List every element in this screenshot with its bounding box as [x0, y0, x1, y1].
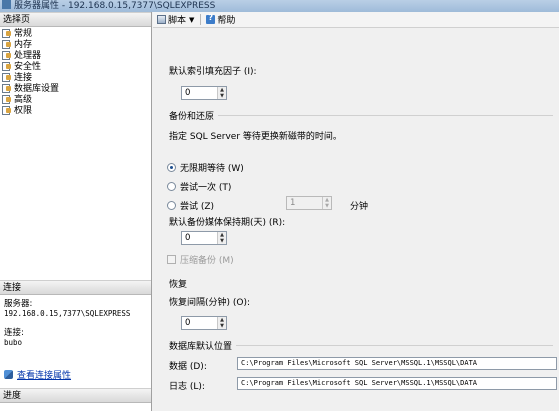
window-title-bar: 服务器属性 - 192.168.0.15,7377\SQLEXPRESS: [0, 0, 559, 12]
view-connection-properties-link[interactable]: 查看连接属性: [4, 368, 71, 381]
page-item-processors[interactable]: 处理器: [2, 50, 151, 61]
page-item-memory[interactable]: 内存: [2, 39, 151, 50]
server-label: 服务器:: [4, 299, 33, 309]
progress-header: 进度: [0, 388, 151, 403]
recovery-group-label: 恢复: [169, 280, 188, 290]
minutes-unit: 分钟: [350, 202, 369, 212]
page-icon: [2, 94, 11, 104]
try-minutes-spinner[interactable]: 1 ▲ ▼: [286, 196, 332, 210]
script-icon: [157, 15, 166, 24]
window-title: 服务器属性 - 192.168.0.15,7377\SQLEXPRESS: [14, 1, 216, 11]
radio-try-minutes-label: 尝试 (Z): [180, 202, 215, 212]
tape-wait-hint: 指定 SQL Server 等待更换新磁带的时间。: [169, 132, 342, 142]
backup-restore-group-label: 备份和还原: [169, 112, 215, 122]
script-button[interactable]: 脚本 ▼: [157, 13, 194, 26]
page-item-general[interactable]: 常规: [2, 28, 151, 39]
page-item-label: 常规: [14, 29, 33, 39]
retention-label: 默认备份媒体保持期(天) (R):: [169, 218, 286, 228]
connection-info: 服务器: 192.168.0.15,7377\SQLEXPRESS 连接: bu…: [4, 299, 150, 348]
fill-factor-spinner[interactable]: 0 ▲ ▼: [181, 86, 227, 100]
retention-spinner[interactable]: 0 ▲ ▼: [181, 231, 227, 245]
recovery-interval-label: 恢复间隔(分钟) (O):: [169, 298, 251, 308]
radio-icon[interactable]: [167, 201, 176, 210]
page-item-label: 内存: [14, 40, 33, 50]
connection-label: 连接:: [4, 328, 24, 338]
page-icon: [2, 39, 11, 49]
try-minutes-value: 1: [290, 198, 296, 208]
retention-value: 0: [185, 233, 191, 243]
spinner-arrows[interactable]: ▲ ▼: [217, 87, 226, 99]
toolbar-separator: [200, 14, 202, 25]
page-icon: [2, 83, 11, 93]
chevron-down-icon[interactable]: ▼: [189, 16, 194, 24]
page-item-connections[interactable]: 连接: [2, 72, 151, 83]
log-location-label: 日志 (L):: [169, 382, 205, 392]
spin-down-icon[interactable]: ▼: [323, 203, 331, 209]
page-item-security[interactable]: 安全性: [2, 61, 151, 72]
radio-try-once[interactable]: 尝试一次 (T): [167, 180, 231, 193]
data-location-label: 数据 (D):: [169, 362, 207, 372]
spin-down-icon[interactable]: ▼: [218, 238, 226, 244]
page-item-label: 数据库设置: [14, 84, 60, 94]
page-item-label: 处理器: [14, 51, 42, 61]
select-page-header: 选择页: [0, 12, 151, 27]
page-item-label: 连接: [14, 73, 33, 83]
spinner-arrows[interactable]: ▲ ▼: [217, 317, 226, 329]
compress-backup-label: 压缩备份 (M): [180, 256, 234, 266]
page-item-permissions[interactable]: 权限: [2, 105, 151, 116]
help-button[interactable]: 帮助: [206, 13, 235, 26]
radio-icon[interactable]: [167, 182, 176, 191]
compress-backup-checkbox[interactable]: 压缩备份 (M): [167, 253, 234, 266]
app-icon: [2, 0, 11, 9]
page-item-database-settings[interactable]: 数据库设置: [2, 83, 151, 94]
left-pane: 选择页 常规 内存 处理器 安全性 连接 数据库设置 高级 权限 连接 服务器:…: [0, 12, 152, 411]
page-icon: [2, 61, 11, 71]
connection-header: 连接: [0, 280, 151, 295]
db-default-locations-group: 数据库默认位置: [169, 339, 553, 352]
page-icon: [2, 50, 11, 60]
server-value: 192.168.0.15,7377\SQLEXPRESS: [4, 309, 131, 318]
help-icon: [206, 13, 216, 24]
checkbox-icon[interactable]: [167, 255, 176, 264]
log-location-field[interactable]: C:\Program Files\Microsoft SQL Server\MS…: [237, 377, 557, 390]
db-default-locations-label: 数据库默认位置: [169, 342, 233, 352]
connection-value: bubo: [4, 338, 23, 347]
spin-down-icon[interactable]: ▼: [218, 323, 226, 329]
spinner-arrows[interactable]: ▲ ▼: [322, 197, 331, 209]
page-icon: [2, 105, 11, 115]
radio-wait-indefinitely-label: 无限期等待 (W): [180, 164, 244, 174]
radio-try-minutes[interactable]: 尝试 (Z): [167, 199, 214, 212]
right-pane: 脚本 ▼ 帮助 默认索引填充因子 (I): 0 ▲▼ 备份和还原 指定 SQL …: [153, 12, 559, 411]
page-item-advanced[interactable]: 高级: [2, 94, 151, 105]
fill-factor-label: 默认索引填充因子 (I):: [169, 67, 257, 77]
spinner-arrows[interactable]: ▲ ▼: [217, 232, 226, 244]
page-item-label: 权限: [14, 106, 33, 116]
radio-wait-indefinitely[interactable]: 无限期等待 (W): [167, 161, 244, 174]
page-list: 常规 内存 处理器 安全性 连接 数据库设置 高级 权限: [0, 27, 151, 116]
connection-properties-icon: [4, 370, 13, 379]
page-icon: [2, 28, 11, 38]
recovery-interval-spinner[interactable]: 0 ▲ ▼: [181, 316, 227, 330]
backup-restore-group: 备份和还原: [169, 109, 553, 122]
settings-panel: 默认索引填充因子 (I): 0 ▲ ▼ 备份和还原 指定 SQL Server 等…: [153, 29, 559, 411]
page-item-label: 安全性: [14, 62, 42, 72]
spin-down-icon[interactable]: ▼: [218, 93, 226, 99]
view-connection-properties-label: 查看连接属性: [17, 371, 72, 381]
page-item-label: 高级: [14, 95, 33, 105]
data-location-field[interactable]: C:\Program Files\Microsoft SQL Server\MS…: [237, 357, 557, 370]
page-icon: [2, 72, 11, 82]
radio-try-once-label: 尝试一次 (T): [180, 183, 232, 193]
recovery-interval-value: 0: [185, 318, 191, 328]
help-label: 帮助: [217, 16, 236, 26]
script-label: 脚本: [168, 16, 187, 26]
radio-selected-icon[interactable]: [167, 163, 176, 172]
fill-factor-value: 0: [185, 88, 191, 98]
toolbar: 脚本 ▼ 帮助: [153, 12, 559, 28]
